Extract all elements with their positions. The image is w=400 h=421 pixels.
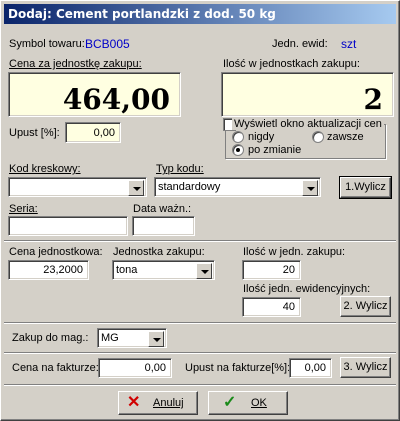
cancel-button[interactable]: ✕ Anuluj xyxy=(118,391,198,415)
invoice-price-label: Cena na fakturze: xyxy=(12,362,99,374)
invoice-discount-field[interactable]: 0,00 xyxy=(289,358,332,378)
expiry-field[interactable] xyxy=(132,216,195,236)
qty-purchase-label: Ilość w jedn. zakupu: xyxy=(243,246,346,258)
update-window-label: Wyświetl okno aktualizacji cen xyxy=(232,118,384,130)
ok-label: OK xyxy=(251,397,267,409)
qty-ewid-value: 40 xyxy=(282,301,295,313)
expiry-label: Data ważn.: xyxy=(133,203,192,215)
purchase-price-field[interactable]: 464,00 xyxy=(8,72,181,117)
purchase-unit-value: tona xyxy=(116,264,138,276)
barcode-label: Kod kreskowy: xyxy=(9,163,81,175)
code-type-select[interactable]: standardowy xyxy=(154,177,321,197)
purchase-qty-value: 2 xyxy=(363,83,383,116)
warehouse-label: Zakup do mag.: xyxy=(12,332,89,344)
barcode-dropdown-button[interactable] xyxy=(128,180,144,196)
cancel-label: Anuluj xyxy=(153,397,184,409)
purchase-unit-dropdown-button[interactable] xyxy=(196,263,212,279)
unit-price-label: Cena jednostkowa: xyxy=(9,246,103,258)
unit-ewid-value: szt xyxy=(341,37,357,51)
discount-label: Upust [%]: xyxy=(9,127,60,139)
separator xyxy=(4,322,396,324)
warehouse-value: MG xyxy=(101,332,119,344)
purchase-qty-label: Ilość w jednostkach zakupu: xyxy=(223,58,360,70)
symbol-label: Symbol towaru: xyxy=(9,38,85,50)
code-type-dropdown-button[interactable] xyxy=(302,180,318,196)
radio-nigdy[interactable] xyxy=(232,131,244,143)
purchase-price-value: 464,00 xyxy=(62,83,170,116)
calc-3-button[interactable]: 3. Wylicz xyxy=(340,357,391,378)
series-label: Seria: xyxy=(9,203,38,215)
purchase-qty-field[interactable]: 2 xyxy=(221,72,394,117)
radio-zawsze-label: zawsze xyxy=(327,131,364,143)
discount-value: 0,00 xyxy=(93,127,115,139)
radio-zawsze[interactable] xyxy=(312,131,324,143)
invoice-price-value: 0,00 xyxy=(144,362,166,374)
qty-purchase-value: 20 xyxy=(282,264,295,276)
close-icon: ✕ xyxy=(127,394,141,411)
qty-purchase-field[interactable]: 20 xyxy=(242,260,301,280)
unit-price-value: 23,2000 xyxy=(43,264,83,276)
purchase-unit-label: Jednostka zakupu: xyxy=(113,246,205,258)
invoice-discount-label: Upust na fakturze[%]: xyxy=(185,362,291,374)
symbol-value: BCB005 xyxy=(85,37,130,51)
radio-po-zmianie-label: po zmianie xyxy=(248,144,302,156)
warehouse-select[interactable]: MG xyxy=(97,328,167,348)
qty-ewid-label: Ilość jedn. ewidencyjnych: xyxy=(243,283,371,295)
unit-price-field[interactable]: 23,2000 xyxy=(8,260,89,280)
warehouse-dropdown-button[interactable] xyxy=(148,331,164,347)
series-field[interactable] xyxy=(8,216,128,236)
dialog-window: Dodaj: Cement portlandzki z dod. 50 kg S… xyxy=(0,0,400,421)
radio-po-zmianie[interactable] xyxy=(232,144,244,156)
checkmark-icon: ✓ xyxy=(223,394,237,411)
purchase-unit-select[interactable]: tona xyxy=(112,260,215,280)
ok-button[interactable]: ✓ OK xyxy=(208,391,288,415)
barcode-field[interactable] xyxy=(8,177,147,197)
code-type-label: Typ kodu: xyxy=(156,163,204,175)
separator xyxy=(4,384,396,386)
separator xyxy=(4,352,396,354)
calc-1-button[interactable]: 1.Wylicz xyxy=(339,176,392,199)
unit-ewid-label: Jedn. ewid: xyxy=(272,38,328,50)
separator xyxy=(4,240,396,242)
title-bar[interactable]: Dodaj: Cement portlandzki z dod. 50 kg xyxy=(4,4,396,24)
discount-field[interactable]: 0,00 xyxy=(65,122,121,143)
code-type-value: standardowy xyxy=(158,181,221,193)
invoice-discount-value: 0,00 xyxy=(304,362,326,374)
radio-nigdy-label: nigdy xyxy=(248,131,275,143)
purchase-price-label: Cena za jednostkę zakupu: xyxy=(9,58,142,70)
invoice-price-field[interactable]: 0,00 xyxy=(98,358,172,378)
window-title: Dodaj: Cement portlandzki z dod. 50 kg xyxy=(8,7,276,21)
calc-2-button[interactable]: 2. Wylicz xyxy=(340,296,391,317)
qty-ewid-field[interactable]: 40 xyxy=(242,297,301,317)
